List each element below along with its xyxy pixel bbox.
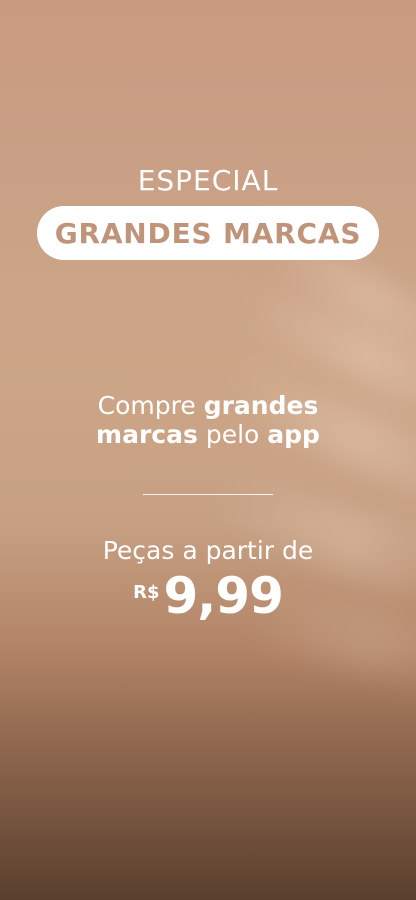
promo-banner[interactable]: ESPECIAL GRANDES MARCAS Compre grandes m… bbox=[0, 0, 416, 900]
price-caption: Peças a partir de bbox=[102, 536, 314, 565]
price: R$ 9,99 bbox=[0, 568, 416, 624]
promo-line-2-regular: pelo bbox=[197, 420, 268, 449]
divider bbox=[143, 494, 273, 495]
promo-line-2-bold-end: app bbox=[267, 420, 320, 449]
promo-text: Compre grandes marcas pelo app bbox=[0, 391, 416, 449]
promo-line-1-regular: Compre bbox=[97, 391, 204, 420]
price-amount: 9,99 bbox=[163, 567, 284, 625]
promo-line-1-bold: grandes bbox=[203, 391, 319, 420]
banner-title: GRANDES MARCAS bbox=[54, 216, 362, 250]
promo-line-2: marcas pelo app bbox=[0, 420, 416, 449]
promo-line-1: Compre grandes bbox=[0, 391, 416, 420]
banner-content: ESPECIAL GRANDES MARCAS Compre grandes m… bbox=[0, 0, 416, 900]
price-currency: R$ bbox=[133, 582, 160, 603]
banner-title-pill: GRANDES MARCAS bbox=[37, 206, 379, 260]
banner-eyebrow: ESPECIAL bbox=[137, 164, 279, 197]
promo-line-2-bold: marcas bbox=[96, 420, 198, 449]
